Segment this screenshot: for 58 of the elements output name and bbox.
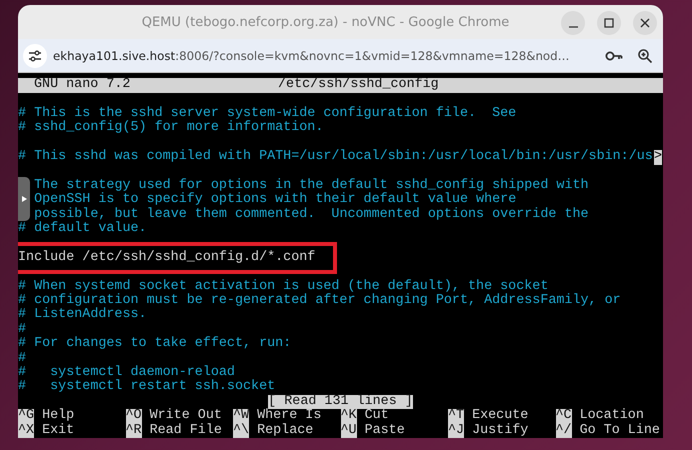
shortcut-label: Go To Line bbox=[580, 424, 660, 438]
sidebar-handle[interactable] bbox=[18, 177, 30, 222]
shortcut-key: ^K bbox=[340, 409, 357, 424]
comment-line: # default value. bbox=[18, 221, 147, 236]
overflow-marker: > bbox=[654, 150, 662, 165]
comment-line: # When systemd socket activation is used (the default), the socket bbox=[18, 278, 548, 294]
expand-arrow-icon bbox=[22, 196, 26, 202]
window-title: QEMU (tebogo.nefcorp.org.za) - noVNC - Google Chrome bbox=[142, 14, 510, 30]
url-text: ekhaya101.sive.host:8006/?console=kvm&novnc=1&vmid=128&vmname=128&nod… bbox=[53, 48, 570, 63]
comment-line: # systemctl restart ssh.socket bbox=[18, 379, 276, 394]
comment-line: # configuration must be re-generated after changing Port, AddressFamily, or bbox=[18, 293, 621, 308]
close-button[interactable] bbox=[633, 11, 657, 35]
shortcut-label: Help bbox=[42, 409, 74, 424]
shortcut-key: ^\ bbox=[233, 424, 250, 438]
address-bar[interactable]: ekhaya101.sive.host:8006/?console=kvm&novnc=1&vmid=128&vmname=128&nod… bbox=[18, 39, 663, 72]
comment-line: # sshd_config(5) for more information. bbox=[18, 120, 324, 136]
config-directive: Include /etc/ssh/sshd_config.d/*.conf bbox=[18, 250, 316, 265]
comment-line: # This sshd was compiled with PATH=/usr/local/sbin:/usr/local/bin:/usr/sbin:/us bbox=[18, 149, 653, 164]
zoom-icon[interactable] bbox=[637, 48, 653, 64]
close-icon bbox=[640, 18, 650, 28]
shortcut-label: Location bbox=[580, 409, 644, 424]
shortcut-key: ^O bbox=[126, 409, 142, 424]
shortcut-label: Exit bbox=[42, 424, 74, 438]
sliders-icon bbox=[28, 50, 42, 62]
file-path: /etc/ssh/sshd_config bbox=[278, 78, 439, 93]
shortcut-label: Paste bbox=[364, 424, 405, 438]
shortcut-label: Read File bbox=[150, 424, 222, 438]
shortcut-key: ^G bbox=[18, 409, 34, 424]
shortcut-key: ^J bbox=[448, 424, 464, 438]
comment-line: # bbox=[18, 350, 26, 366]
shortcut-label: Justify bbox=[472, 424, 528, 438]
comment-line: possible, but leave them commented. Uncommented options override the bbox=[34, 206, 589, 222]
shortcut-key: ^X bbox=[18, 424, 34, 438]
maximize-icon bbox=[604, 18, 614, 28]
key-icon[interactable] bbox=[605, 50, 623, 62]
comment-line: The strategy used for options in the default sshd_config shipped with bbox=[34, 178, 589, 193]
shortcut-key: ^W bbox=[233, 409, 250, 424]
shortcut-label: Write Out bbox=[150, 409, 222, 424]
status-message: [ Read 131 lines ] bbox=[268, 394, 413, 410]
shortcut-label: Replace bbox=[257, 424, 314, 438]
comment-line: # This is the sshd server system-wide configuration file. See bbox=[18, 106, 516, 122]
minimize-icon bbox=[568, 26, 578, 28]
shortcut-key: ^R bbox=[126, 424, 142, 438]
comment-line: OpenSSH is to specify options with their default value where bbox=[34, 192, 516, 208]
shortcut-label: Execute bbox=[472, 409, 528, 424]
shortcut-label: Where Is bbox=[257, 409, 322, 424]
shortcut-key: ^T bbox=[448, 409, 464, 424]
site-settings-button[interactable] bbox=[23, 44, 47, 68]
shortcut-label: Cut bbox=[364, 409, 389, 424]
comment-line: # For changes to take effect, run: bbox=[18, 336, 292, 352]
comment-line: # ListenAddress. bbox=[18, 307, 147, 322]
shortcut-key: ^/ bbox=[556, 424, 572, 438]
editor-version: GNU nano 7.2 bbox=[34, 78, 130, 93]
comment-line: # systemctl daemon-reload bbox=[18, 365, 235, 380]
comment-line: # bbox=[18, 322, 26, 337]
shortcut-key: ^U bbox=[340, 424, 357, 438]
maximize-button[interactable] bbox=[597, 11, 621, 35]
shortcut-key: ^C bbox=[556, 409, 572, 424]
